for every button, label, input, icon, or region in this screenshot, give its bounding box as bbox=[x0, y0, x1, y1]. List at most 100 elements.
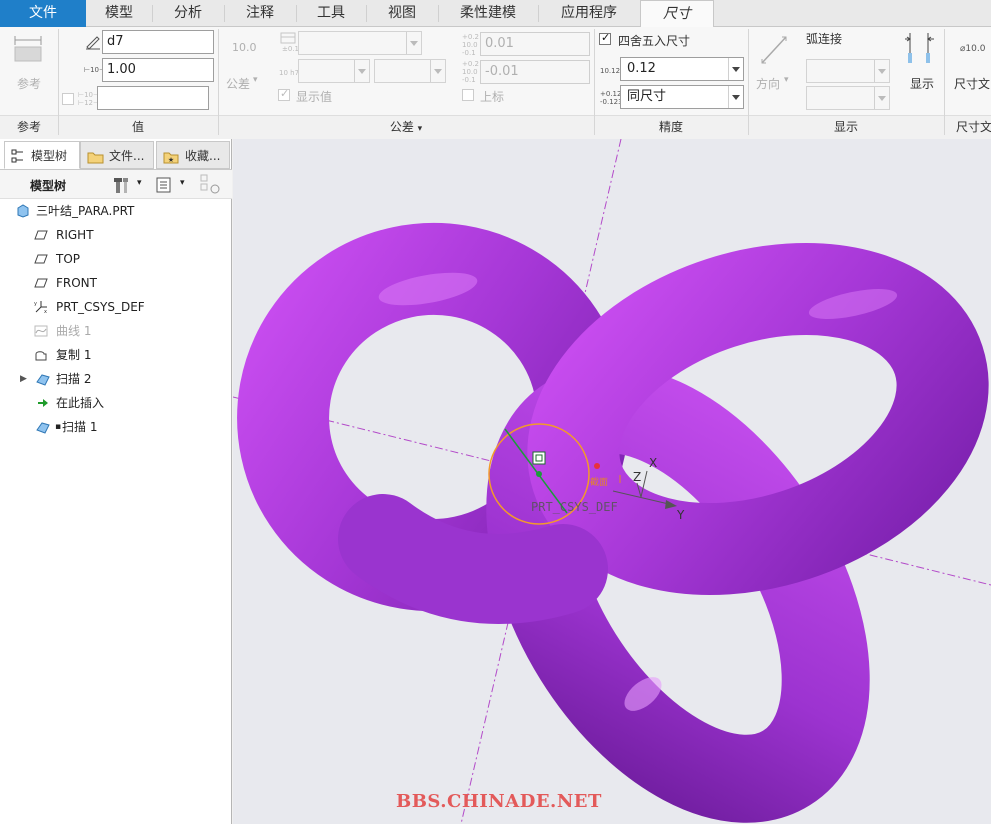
curve-icon bbox=[34, 325, 48, 337]
dimension-text-button[interactable]: 尺寸文 bbox=[954, 75, 990, 92]
tab-files-label: 文件... bbox=[109, 149, 145, 163]
round-dimension-label: 四舍五入尺寸 bbox=[618, 34, 691, 48]
chevron-down-icon[interactable]: ▾ bbox=[137, 178, 142, 188]
part-icon bbox=[17, 204, 29, 218]
sweep-icon bbox=[36, 422, 50, 434]
tree-item-csys[interactable]: yx PRT_CSYS_DEF bbox=[0, 295, 228, 319]
menu-tab-dimension[interactable]: 尺寸 bbox=[640, 0, 714, 28]
svg-text:y: y bbox=[34, 301, 37, 307]
arc-connection-select-2[interactable] bbox=[806, 86, 890, 110]
reference-button[interactable]: 参考 bbox=[17, 75, 41, 92]
superscript-label: 上标 bbox=[480, 90, 505, 104]
dimension-name-field[interactable]: d7 bbox=[102, 30, 214, 54]
tree-item-copy[interactable]: 复制 1 bbox=[0, 343, 228, 367]
show-value-checkbox[interactable] bbox=[278, 87, 290, 101]
tab-favorites[interactable]: ★ 收藏... bbox=[156, 141, 230, 169]
tree-item-sweep-2[interactable]: ▶ 扫描 2 bbox=[0, 367, 228, 391]
tab-files[interactable]: 文件... bbox=[80, 141, 154, 169]
tree-item-sweep-1[interactable]: ▪ 扫描 1 bbox=[0, 415, 228, 439]
tree-settings-icon[interactable] bbox=[112, 175, 132, 195]
group-label-tolerance[interactable]: 公差 ▾ bbox=[218, 117, 594, 137]
menu-tab-applications[interactable]: 应用程序 bbox=[538, 0, 640, 27]
tolerance-table-label: ±0.1 bbox=[282, 45, 299, 53]
menu-tab-annotate[interactable]: 注释 bbox=[224, 0, 296, 27]
menu-tab-flexible-modeling[interactable]: 柔性建模 bbox=[438, 0, 538, 27]
tree-item-part[interactable]: 三叶结_PARA.PRT bbox=[0, 199, 228, 223]
tree-columns-icon[interactable] bbox=[156, 177, 172, 193]
chevron-down-icon[interactable]: ▾ bbox=[180, 178, 185, 188]
direction-dropdown-arrow: ▾ bbox=[784, 75, 789, 85]
datum-plane-icon bbox=[34, 254, 48, 264]
dimension-text-prefix: ⌀10.0 bbox=[960, 44, 986, 54]
csys-icon: yx bbox=[34, 301, 47, 314]
model-tree-icon bbox=[11, 149, 23, 163]
svg-text:★: ★ bbox=[168, 156, 174, 164]
decimal-places-select[interactable]: 0.12 bbox=[620, 57, 744, 81]
sweep-icon bbox=[36, 374, 50, 386]
watermark: BBS.CHINADE.NET bbox=[396, 791, 602, 812]
model-tree-pane: 模型树 文件... ★ 收藏... 模型树 ▾ ▾ 三叶结_PARA.PRT R… bbox=[0, 139, 232, 824]
superscript-checkbox[interactable] bbox=[462, 89, 474, 101]
tab-favorites-label: 收藏... bbox=[185, 149, 221, 163]
section-handle-icon[interactable] bbox=[532, 451, 546, 465]
model-tree-header: 模型树 ▾ ▾ bbox=[0, 169, 232, 199]
menu-tab-file[interactable]: 文件 bbox=[0, 0, 86, 27]
show-button[interactable]: 显示 bbox=[910, 75, 934, 92]
lower-tolerance-prefix: +0.2 10.0 -0.1 bbox=[462, 60, 479, 84]
upper-tolerance-field[interactable]: 0.01 bbox=[480, 32, 590, 56]
menu-tab-analysis[interactable]: 分析 bbox=[152, 0, 224, 27]
tree-filter-icon[interactable] bbox=[200, 174, 222, 196]
tree-item-label: RIGHT bbox=[56, 228, 94, 242]
arc-connection-label: 弧连接 bbox=[806, 32, 843, 46]
dimension-name-icon bbox=[86, 36, 100, 50]
menu-tab-view[interactable]: 视图 bbox=[366, 0, 438, 27]
tolerance-precision-select[interactable]: 同尺寸 bbox=[620, 85, 744, 109]
knot-model[interactable]: 截面 X Z Y PRT_CSYS_DEF bbox=[233, 139, 991, 824]
shaft-fit-select[interactable] bbox=[374, 59, 446, 83]
value-override-prefix: ⊢10⊣ ⊢12⊣ bbox=[78, 91, 100, 107]
tree-item-label: 在此插入 bbox=[56, 396, 105, 410]
value-override-checkbox[interactable] bbox=[62, 93, 74, 105]
tree-item-front[interactable]: FRONT bbox=[0, 271, 228, 295]
group-label-precision: 精度 bbox=[658, 120, 683, 134]
tree-item-label: 扫描 1 bbox=[62, 420, 98, 434]
tree-item-insert-here[interactable]: 在此插入 bbox=[0, 391, 228, 415]
copy-icon bbox=[35, 351, 47, 361]
csys-x-label: X bbox=[649, 456, 657, 470]
direction-icon bbox=[761, 36, 787, 64]
menu-tab-tools[interactable]: 工具 bbox=[296, 0, 366, 27]
show-value-label: 显示值 bbox=[296, 90, 333, 104]
insert-arrow-icon bbox=[38, 399, 48, 407]
tolerance-group-text: 公差 bbox=[389, 120, 414, 134]
tolerance-table-icon bbox=[280, 32, 296, 44]
model-tree-title: 模型树 bbox=[30, 179, 67, 193]
dimension-value-field[interactable]: 1.00 bbox=[102, 58, 214, 82]
ribbon: 参考 参考 d7 ⊢10⊣ 1.00 ⊢10⊣ ⊢12⊣ 值 10.0 公差 ▾… bbox=[0, 27, 991, 139]
tolerance-dropdown[interactable]: 公差 bbox=[226, 75, 250, 92]
arc-connection-select[interactable] bbox=[806, 59, 890, 83]
expand-arrow-icon[interactable]: ▶ bbox=[20, 367, 27, 391]
tab-model-tree[interactable]: 模型树 bbox=[4, 141, 80, 169]
menu-tab-model[interactable]: 模型 bbox=[86, 0, 152, 27]
section-tag: 截面 bbox=[590, 476, 608, 488]
show-dimension-icon bbox=[905, 33, 934, 63]
tolerance-table-select[interactable] bbox=[298, 31, 422, 55]
section-marker bbox=[594, 463, 600, 469]
group-label-value: 值 bbox=[131, 120, 144, 134]
graphics-viewport[interactable]: 截面 X Z Y PRT_CSYS_DEF BBS.CHINADE.NET bbox=[233, 139, 991, 824]
tree-item-curve[interactable]: 曲线 1 bbox=[0, 319, 228, 343]
group-label-display: 显示 bbox=[833, 120, 858, 134]
override-value-field[interactable] bbox=[97, 86, 209, 110]
round-dimension-checkbox[interactable] bbox=[599, 31, 611, 45]
csys-z-label: Z bbox=[633, 470, 641, 484]
hole-fit-select[interactable] bbox=[298, 59, 370, 83]
direction-dropdown[interactable]: 方向 bbox=[756, 75, 780, 92]
reference-icon bbox=[14, 36, 42, 62]
lower-tolerance-field[interactable]: -0.01 bbox=[480, 60, 590, 84]
hole-fit-label: 10 h7 bbox=[279, 69, 300, 77]
tree-item-right[interactable]: RIGHT bbox=[0, 223, 228, 247]
folder-icon bbox=[87, 152, 104, 164]
tree-item-top[interactable]: TOP bbox=[0, 247, 228, 271]
tree-item-label: 复制 1 bbox=[56, 348, 92, 362]
tree-item-label: 曲线 1 bbox=[56, 324, 92, 338]
